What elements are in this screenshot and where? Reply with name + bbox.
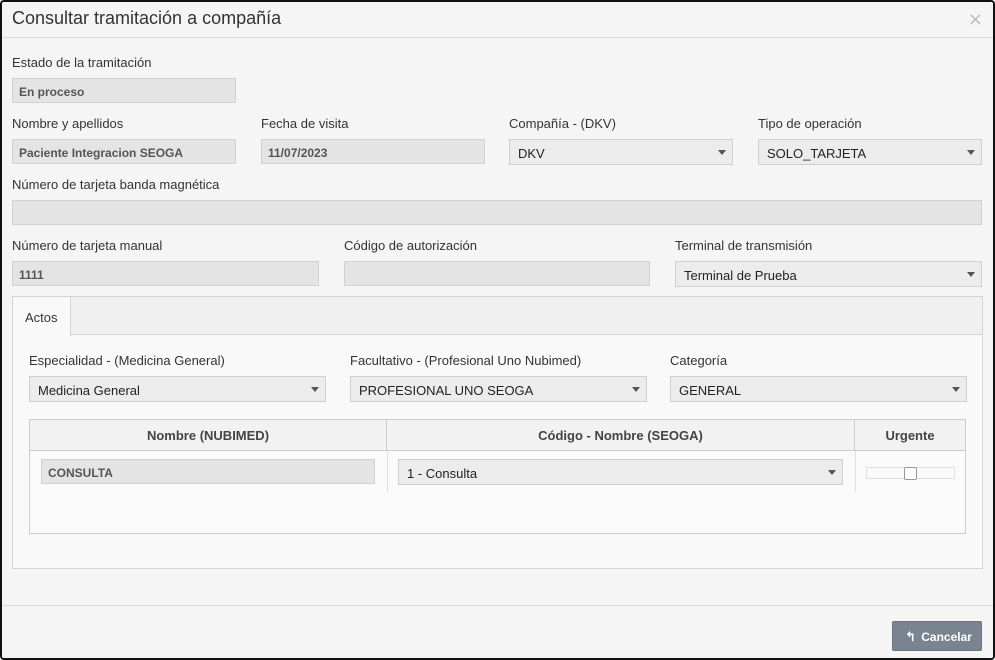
tab-strip: Actos: [13, 297, 982, 336]
especialidad-select[interactable]: Medicina General: [29, 376, 326, 402]
consultar-tramitacion-dialog: Consultar tramitación a compañía × Estad…: [0, 0, 995, 660]
close-icon[interactable]: ×: [968, 9, 983, 30]
chevron-down-icon: [632, 387, 640, 392]
terminal-label: Terminal de transmisión: [675, 238, 813, 253]
categoria-select-value: GENERAL: [679, 383, 742, 398]
tarjeta-banda-label: Número de tarjeta banda magnética: [12, 177, 220, 192]
column-header-nombre: Nombre (NUBIMED): [30, 420, 387, 451]
modal-header: Consultar tramitación a compañía ×: [2, 2, 993, 38]
terminal-select-value: Terminal de Prueba: [684, 268, 797, 283]
facultativo-select[interactable]: PROFESIONAL UNO SEOGA: [350, 376, 647, 402]
chevron-down-icon: [967, 272, 975, 277]
tipo-operacion-label: Tipo de operación: [758, 116, 862, 131]
actos-grid: Nombre (NUBIMED) Código - Nombre (SEOGA)…: [29, 419, 966, 534]
chevron-down-icon: [828, 470, 836, 475]
nombre-field: Paciente Integracion SEOGA: [12, 139, 236, 164]
tarjeta-manual-label: Número de tarjeta manual: [12, 238, 163, 253]
urgente-cell: [866, 467, 955, 480]
codigo-autorizacion-label: Código de autorización: [344, 238, 477, 253]
urgente-checkbox[interactable]: [904, 467, 917, 480]
tarjeta-banda-field: [12, 200, 982, 225]
especialidad-label: Especialidad - (Medicina General): [29, 353, 225, 368]
tipo-operacion-select-value: SOLO_TARJETA: [767, 146, 867, 161]
actos-tab-panel: Actos Especialidad - (Medicina General) …: [12, 296, 983, 569]
compania-label: Compañía - (DKV): [509, 116, 616, 131]
facultativo-label: Facultativo - (Profesional Uno Nubimed): [350, 353, 582, 368]
acto-codigo-select[interactable]: 1 - Consulta: [398, 459, 843, 485]
codigo-autorizacion-field: [344, 261, 650, 286]
categoria-select[interactable]: GENERAL: [670, 376, 967, 402]
tarjeta-manual-field: 1111: [12, 261, 319, 286]
tab-actos[interactable]: Actos: [13, 297, 71, 336]
chevron-down-icon: [967, 150, 975, 155]
chevron-down-icon: [311, 387, 319, 392]
especialidad-select-value: Medicina General: [38, 383, 140, 398]
fecha-field: 11/07/2023: [261, 139, 485, 164]
facultativo-select-value: PROFESIONAL UNO SEOGA: [359, 383, 534, 398]
acto-nombre-field: CONSULTA: [41, 459, 375, 484]
modal-footer: ↰ Cancelar: [2, 605, 993, 658]
categoria-label: Categoría: [670, 353, 728, 368]
nombre-label: Nombre y apellidos: [12, 116, 124, 131]
fecha-label: Fecha de visita: [261, 116, 349, 131]
grid-header: Nombre (NUBIMED) Código - Nombre (SEOGA)…: [30, 420, 965, 451]
terminal-select[interactable]: Terminal de Prueba: [675, 261, 982, 287]
cancel-button-label: Cancelar: [921, 630, 972, 644]
tipo-operacion-select[interactable]: SOLO_TARJETA: [758, 139, 982, 165]
acto-codigo-select-value: 1 - Consulta: [407, 466, 478, 481]
estado-field: En proceso: [12, 78, 236, 103]
column-divider: [387, 451, 388, 492]
cancel-button[interactable]: ↰ Cancelar: [892, 621, 982, 651]
estado-label: Estado de la tramitación: [12, 55, 152, 70]
chevron-down-icon: [718, 150, 726, 155]
modal-title: Consultar tramitación a compañía: [12, 8, 282, 28]
compania-select[interactable]: DKV: [509, 139, 733, 165]
chevron-down-icon: [952, 387, 960, 392]
column-header-urgente: Urgente: [885, 428, 935, 443]
column-header-codigo: Código - Nombre (SEOGA): [387, 420, 855, 451]
column-divider: [855, 451, 856, 492]
reply-arrow-icon: ↰: [905, 630, 916, 645]
compania-select-value: DKV: [518, 146, 545, 161]
